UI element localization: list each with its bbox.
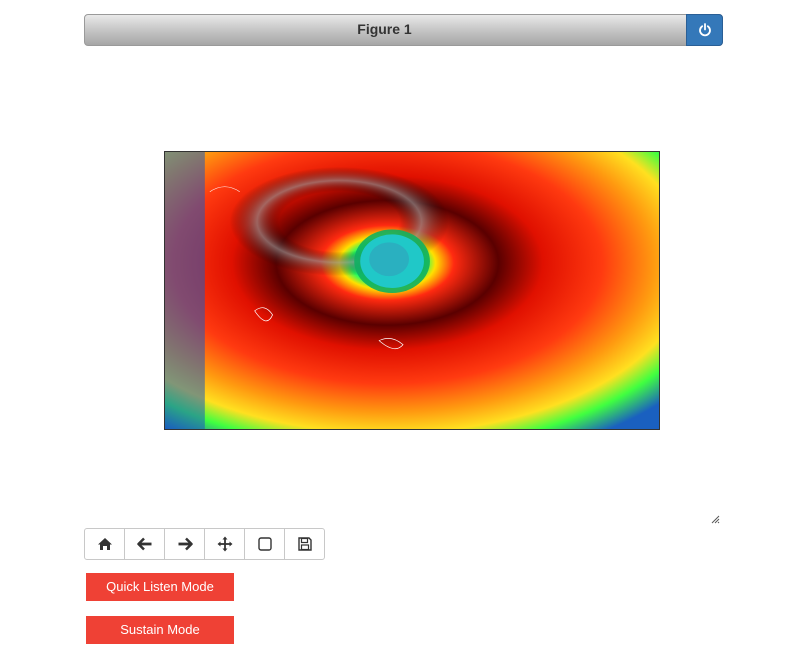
figure-title: Figure 1 — [357, 21, 412, 37]
back-arrow-icon — [136, 537, 151, 551]
power-icon — [698, 23, 711, 37]
save-icon — [297, 537, 312, 551]
back-button[interactable] — [124, 528, 165, 560]
pan-move-icon — [217, 536, 232, 552]
home-button[interactable] — [84, 528, 125, 560]
pan-button[interactable] — [204, 528, 245, 560]
save-button[interactable] — [284, 528, 325, 560]
quick-listen-mode-button[interactable]: Quick Listen Mode — [86, 573, 234, 601]
figure-toolbar — [84, 528, 325, 560]
home-icon — [97, 538, 112, 550]
figure-titlebar: Figure 1 — [84, 14, 723, 46]
close-figure-button[interactable] — [686, 14, 723, 46]
zoom-rectangle-icon — [257, 537, 272, 551]
resize-handle-icon[interactable] — [710, 514, 720, 524]
zoom-rectangle-button[interactable] — [244, 528, 285, 560]
sustain-mode-button[interactable]: Sustain Mode — [86, 616, 234, 644]
figure-canvas[interactable] — [84, 52, 723, 524]
hurricane-satellite-image — [164, 151, 660, 430]
forward-arrow-icon — [178, 537, 193, 551]
forward-button[interactable] — [164, 528, 205, 560]
